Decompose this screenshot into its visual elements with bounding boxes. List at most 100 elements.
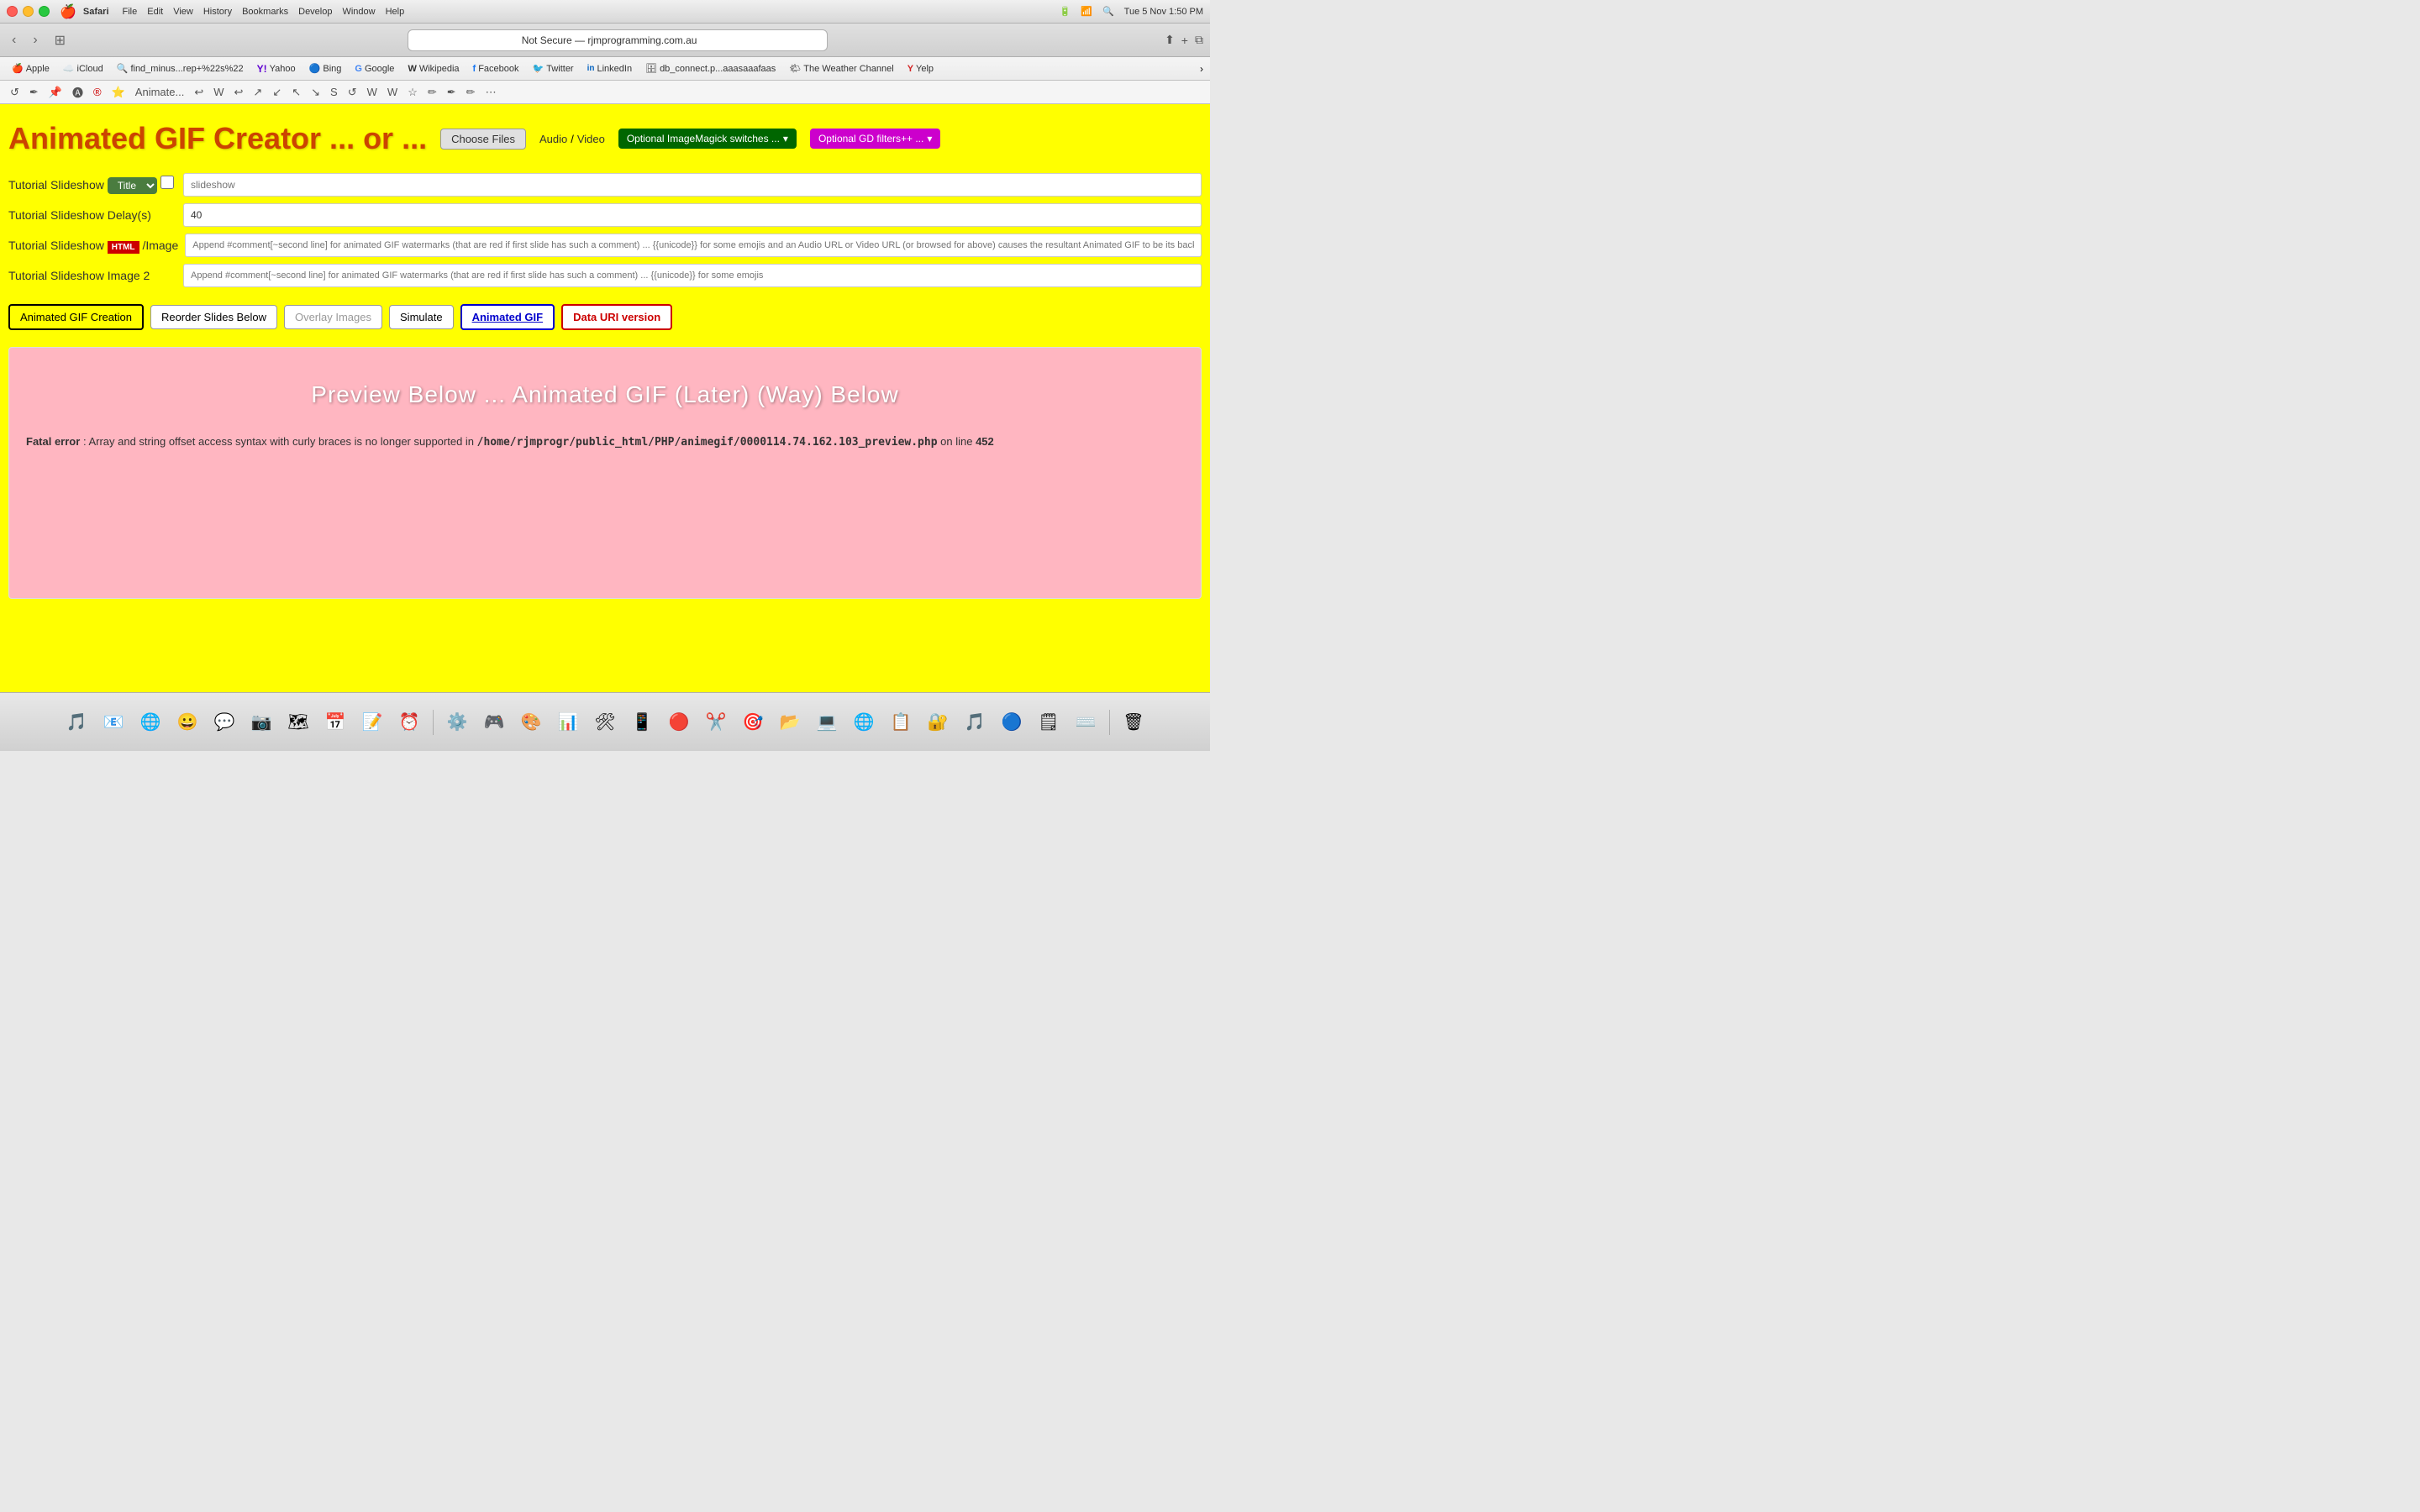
- color-checkbox[interactable]: [160, 176, 174, 189]
- bookmark-weather[interactable]: 🌤 The Weather Channel: [784, 61, 898, 76]
- show-all-tabs-icon[interactable]: ⧉: [1195, 33, 1203, 47]
- bookmark-linkedin[interactable]: in LinkedIn: [582, 62, 637, 76]
- tool-wiki2[interactable]: W: [384, 84, 401, 100]
- delay-input[interactable]: [183, 203, 1202, 227]
- animated-gif-button[interactable]: Animated GIF: [460, 304, 555, 330]
- dock-app2[interactable]: 🎨: [514, 706, 548, 739]
- bookmark-facebook[interactable]: f Facebook: [468, 62, 524, 76]
- dock-calendar[interactable]: 📅: [318, 706, 352, 739]
- app-name[interactable]: Safari: [83, 7, 109, 17]
- dock-finder[interactable]: 😀: [171, 706, 204, 739]
- bookmark-db[interactable]: 🗄 db_connect.p...aaasaaafaas: [640, 61, 781, 76]
- bookmark-bing[interactable]: 🔵 Bing: [304, 61, 347, 76]
- animated-gif-creation-button[interactable]: Animated GIF Creation: [8, 304, 144, 330]
- tool-arrow1[interactable]: ↗: [250, 84, 266, 101]
- menu-help[interactable]: Help: [386, 7, 405, 17]
- menu-bookmarks[interactable]: Bookmarks: [242, 7, 288, 17]
- search-icon[interactable]: 🔍: [1102, 6, 1114, 17]
- share-icon[interactable]: ⬆: [1165, 33, 1175, 47]
- dock-notes[interactable]: 📝: [355, 706, 389, 739]
- dock-app9[interactable]: 📂: [773, 706, 807, 739]
- title-dropdown[interactable]: Title: [108, 177, 157, 194]
- dock-settings[interactable]: ⚙️: [440, 706, 474, 739]
- menu-window[interactable]: Window: [342, 7, 375, 17]
- dock-app15[interactable]: ⌨️: [1069, 706, 1102, 739]
- menu-edit[interactable]: Edit: [147, 7, 163, 17]
- close-button[interactable]: [7, 6, 18, 17]
- bookmark-yelp[interactable]: Y Yelp: [902, 62, 939, 76]
- tool-pencil[interactable]: ✏: [424, 84, 440, 101]
- image-input[interactable]: [185, 234, 1202, 257]
- dock-mail[interactable]: 📧: [97, 706, 130, 739]
- bookmark-twitter[interactable]: 🐦 Twitter: [528, 61, 579, 76]
- imagemagick-button[interactable]: Optional ImageMagick switches ... ▾: [618, 129, 797, 149]
- bookmark-find[interactable]: 🔍 find_minus...rep+%22s%22: [112, 61, 249, 76]
- menu-view[interactable]: View: [173, 7, 193, 17]
- tool-pencil2[interactable]: ✒: [444, 84, 460, 101]
- image2-input[interactable]: [183, 264, 1202, 287]
- bookmark-apple[interactable]: 🍎 Apple: [7, 61, 55, 76]
- simulate-button[interactable]: Simulate: [389, 305, 454, 329]
- tool-arrow2[interactable]: ↙: [269, 84, 285, 101]
- data-uri-button[interactable]: Data URI version: [561, 304, 672, 330]
- audio-button[interactable]: Audio: [539, 133, 567, 145]
- dock-app1[interactable]: 🎮: [477, 706, 511, 739]
- menu-file[interactable]: File: [123, 7, 138, 17]
- dock-terminal[interactable]: 💻: [810, 706, 844, 739]
- tool-w2[interactable]: W: [210, 84, 227, 100]
- tool-1[interactable]: ✒: [26, 84, 42, 101]
- dock-app3[interactable]: 📊: [551, 706, 585, 739]
- dock-app8[interactable]: 🎯: [736, 706, 770, 739]
- tool-more[interactable]: ⋯: [482, 84, 500, 101]
- tool-s2[interactable]: ↺: [345, 84, 360, 101]
- dock-app13[interactable]: 🔵: [995, 706, 1028, 739]
- tool-2[interactable]: 📌: [45, 84, 66, 101]
- dock-safari[interactable]: 🌐: [134, 706, 167, 739]
- show-tabs-button[interactable]: ⊞: [50, 30, 71, 50]
- dock-chrome[interactable]: 🌐: [847, 706, 881, 739]
- choose-files-button[interactable]: Choose Files: [440, 129, 526, 150]
- dock-app7[interactable]: ✂️: [699, 706, 733, 739]
- tool-4[interactable]: ®: [90, 84, 105, 100]
- dock-messages[interactable]: 💬: [208, 706, 241, 739]
- bookmark-icloud[interactable]: ☁️ iCloud: [58, 61, 108, 76]
- dock-photos[interactable]: 📷: [245, 706, 278, 739]
- dock-trash[interactable]: 🗑: [1117, 706, 1150, 739]
- tool-animate[interactable]: Animate...: [132, 84, 188, 100]
- tool-arrow4[interactable]: ↘: [308, 84, 324, 101]
- tool-5[interactable]: ⭐: [108, 84, 129, 101]
- tool-w1[interactable]: ↩: [191, 84, 207, 101]
- gd-filters-button[interactable]: Optional GD filters++ ... ▾: [810, 129, 940, 149]
- dock-reminders[interactable]: ⏰: [392, 706, 426, 739]
- back-button[interactable]: ‹: [7, 31, 21, 50]
- dock-maps[interactable]: 🗺: [281, 706, 315, 739]
- bookmark-google[interactable]: G Google: [350, 62, 399, 76]
- dock-music[interactable]: 🎵: [60, 706, 93, 739]
- dock-app12[interactable]: 🎵: [958, 706, 992, 739]
- video-button[interactable]: Video: [577, 133, 605, 145]
- dock-app4[interactable]: 🛠: [588, 706, 622, 739]
- maximize-button[interactable]: [39, 6, 50, 17]
- address-input[interactable]: [408, 29, 828, 51]
- apple-menu-icon[interactable]: 🍎: [60, 3, 76, 20]
- tool-3[interactable]: 🅐: [69, 82, 87, 102]
- dock-app11[interactable]: 🔐: [921, 706, 955, 739]
- dock-app14[interactable]: 🗒: [1032, 706, 1065, 739]
- tool-refresh[interactable]: ↺: [7, 84, 23, 101]
- reorder-slides-button[interactable]: Reorder Slides Below: [150, 305, 277, 329]
- bookmarks-more-icon[interactable]: ›: [1200, 63, 1203, 75]
- dock-app6[interactable]: 🔴: [662, 706, 696, 739]
- bookmark-wikipedia[interactable]: W Wikipedia: [402, 62, 464, 76]
- menu-history[interactable]: History: [203, 7, 232, 17]
- tool-s1[interactable]: S: [327, 84, 341, 100]
- tool-star2[interactable]: ☆: [404, 84, 421, 101]
- tool-wiki[interactable]: W: [364, 84, 381, 100]
- overlay-images-button[interactable]: Overlay Images: [284, 305, 382, 329]
- minimize-button[interactable]: [23, 6, 34, 17]
- menu-develop[interactable]: Develop: [298, 7, 332, 17]
- dock-app10[interactable]: 📋: [884, 706, 918, 739]
- bookmark-yahoo[interactable]: Y! Yahoo: [252, 61, 301, 76]
- dock-app5[interactable]: 📱: [625, 706, 659, 739]
- forward-button[interactable]: ›: [28, 31, 42, 50]
- tool-edit[interactable]: ✏: [463, 84, 479, 101]
